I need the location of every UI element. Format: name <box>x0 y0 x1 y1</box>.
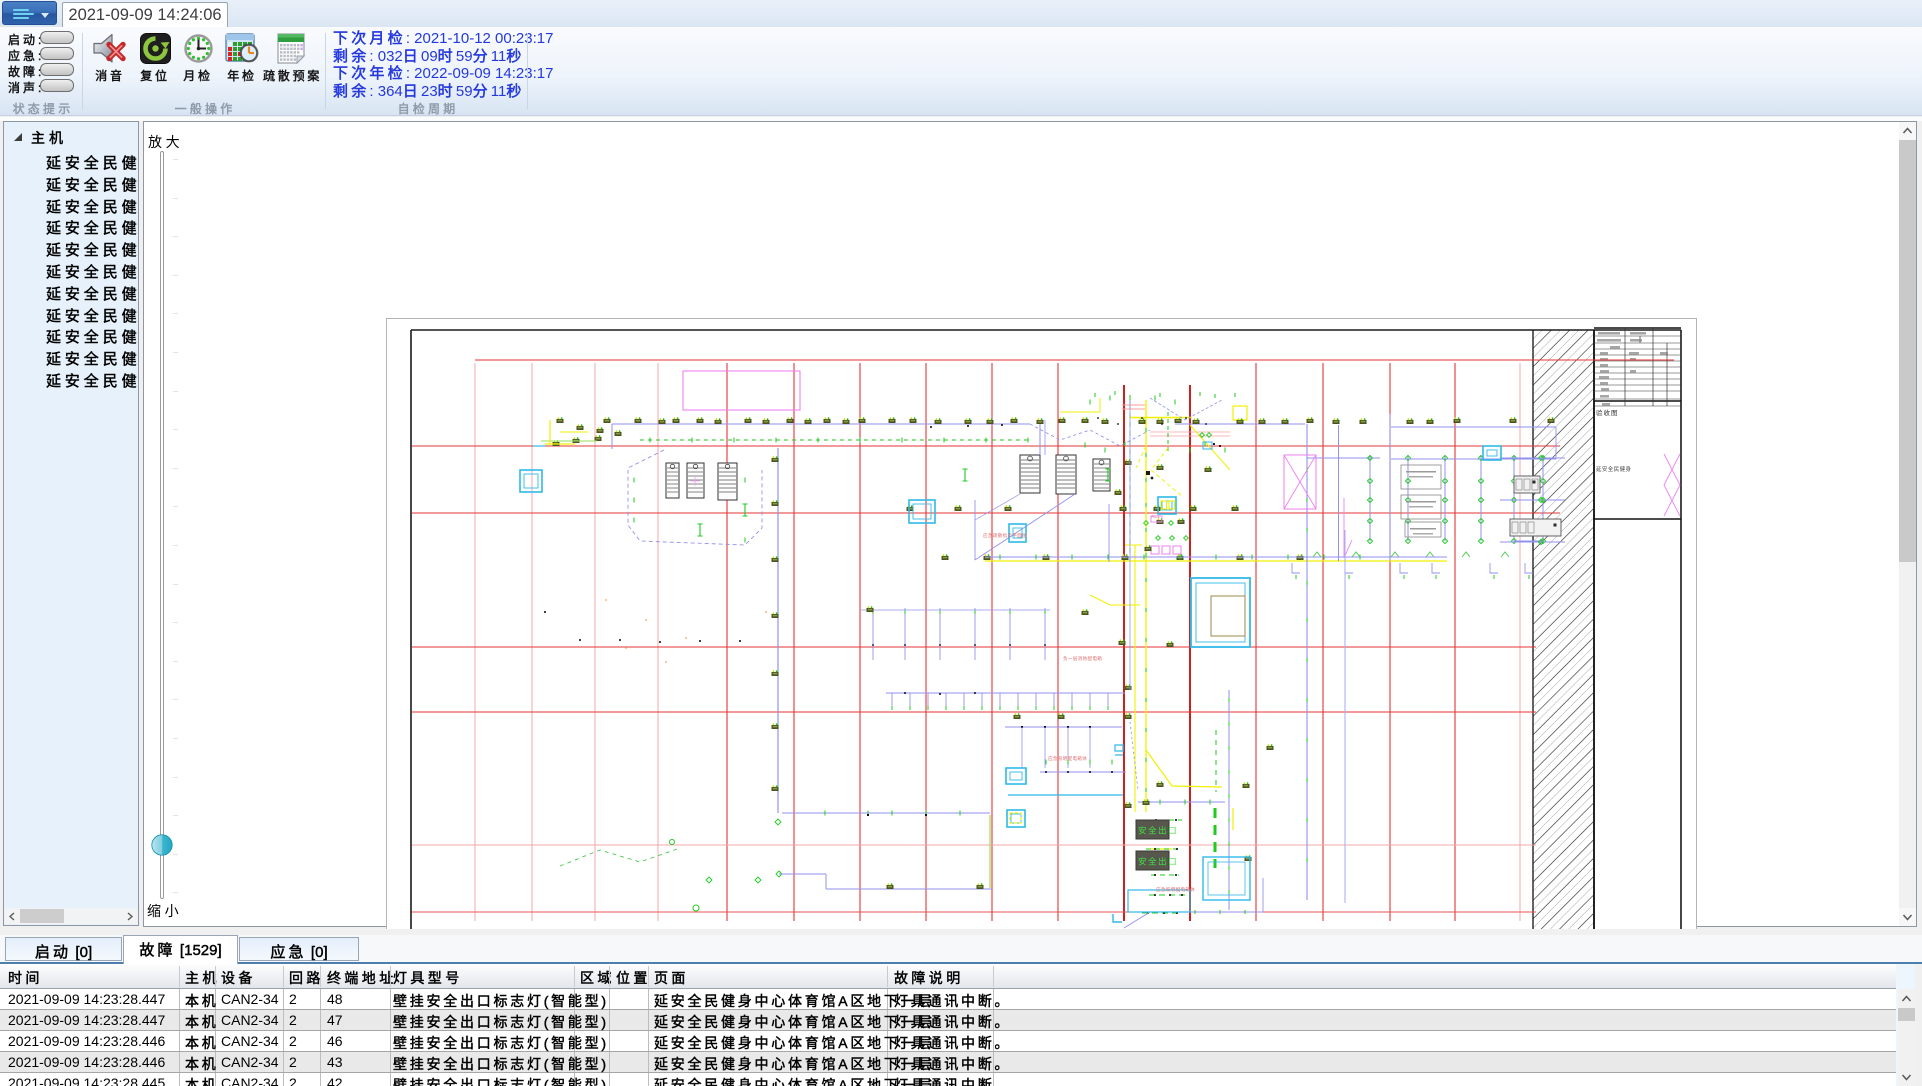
svg-text:验收图: 验收图 <box>1596 408 1619 417</box>
svg-text:AL1: AL1 <box>1151 514 1160 519</box>
svg-text:延安全民健身: 延安全民健身 <box>1596 465 1632 473</box>
svg-text:负一层消防配电箱: 负一层消防配电箱 <box>1063 655 1102 662</box>
svg-text:安全出口: 安全出口 <box>1138 825 1178 836</box>
svg-text:应急疏散指示平面图: 应急疏散指示平面图 <box>983 532 1027 539</box>
svg-text:应急照明配电箱体: 应急照明配电箱体 <box>1048 755 1087 762</box>
svg-text:安全出口: 安全出口 <box>1138 856 1178 867</box>
svg-text:应急照明配电箱体: 应急照明配电箱体 <box>1156 886 1195 893</box>
